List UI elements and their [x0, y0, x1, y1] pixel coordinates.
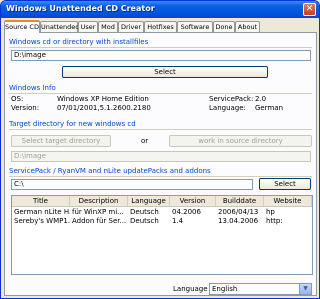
packs-path-field[interactable]: C:\	[11, 179, 253, 190]
source-cd-panel: Windows cd or directory with installfile…	[4, 32, 317, 296]
table-row[interactable]: Sereby's WMP1... Addon für Ser... Deutsc…	[12, 217, 312, 226]
source-path-field[interactable]: D:\image	[11, 50, 311, 61]
cell-description: Addon für Ser...	[72, 217, 127, 225]
os-value: Windows XP Home Edition	[57, 95, 149, 103]
close-button[interactable]: ✕	[303, 3, 316, 16]
version-value: 07/01/2001,5.1.2600.2180	[57, 104, 151, 112]
cell-version: 04.2006	[172, 208, 201, 216]
column-header-version[interactable]: Version	[170, 196, 216, 207]
source-group-divider	[9, 47, 312, 48]
target-path-field[interactable]: D:\image	[11, 151, 311, 162]
cell-version: 1.4	[172, 217, 184, 225]
packs-group-divider	[9, 176, 312, 177]
info-group-title: Windows Info	[9, 84, 56, 92]
select-target-directory-button[interactable]: Select target directory	[11, 135, 111, 147]
language-value: German	[255, 104, 284, 112]
table-row[interactable]: German nLite H... für WinXP mi... Deutsc…	[12, 208, 312, 217]
servicepack-label: ServicePack:	[209, 95, 254, 103]
cell-title: Sereby's WMP1...	[14, 217, 70, 225]
packs-select-button[interactable]: Select	[259, 178, 311, 190]
column-header-language[interactable]: Language	[128, 196, 170, 207]
language-label: Language:	[209, 104, 246, 112]
column-header-description[interactable]: Description	[70, 196, 128, 207]
cell-builddate: 13.04.2006	[218, 217, 259, 225]
os-label: OS:	[11, 95, 24, 103]
cell-website: hp	[266, 208, 275, 216]
or-label: or	[141, 137, 149, 145]
app-window: Windows Unattended CD Creator ✕ Source C…	[0, 0, 320, 299]
chevron-down-icon[interactable]: ▼	[299, 284, 311, 294]
source-select-button[interactable]: Select	[62, 66, 268, 78]
target-group-title: Target directory for new windows cd	[9, 120, 136, 128]
language-select-value: English	[212, 285, 238, 293]
cell-language: Deutsch	[130, 208, 159, 216]
cell-title: German nLite H...	[14, 208, 70, 216]
column-header-title[interactable]: Title	[12, 196, 70, 207]
title-bar[interactable]: Windows Unattended CD Creator ✕	[1, 1, 319, 18]
version-label: Version:	[11, 104, 40, 112]
cell-description: für WinXP mi...	[72, 208, 124, 216]
addons-table: Title Description Language Version Build…	[11, 195, 313, 275]
source-group-title: Windows cd or directory with installfile…	[9, 38, 149, 46]
cell-builddate: 2006/04/13	[218, 208, 259, 216]
window-title: Windows Unattended CD Creator	[6, 4, 155, 13]
column-header-website[interactable]: Website	[264, 196, 312, 207]
servicepack-value: 2.0	[255, 95, 267, 103]
tab-source-cd[interactable]: Source CD	[4, 20, 40, 33]
target-group-divider	[9, 129, 312, 130]
info-group-divider	[9, 93, 312, 94]
column-header-builddate[interactable]: Builddate	[216, 196, 264, 207]
cell-website: http:	[266, 217, 283, 225]
language-select[interactable]: English ▼	[209, 283, 312, 295]
work-in-source-directory-button[interactable]: work in source directory	[169, 135, 312, 147]
packs-group-title: ServicePack / RyanVM and nLite updatePac…	[9, 167, 211, 175]
language-select-label: Language	[173, 285, 208, 293]
cell-language: Deutsch	[130, 217, 159, 225]
table-header: Title Description Language Version Build…	[12, 196, 312, 207]
